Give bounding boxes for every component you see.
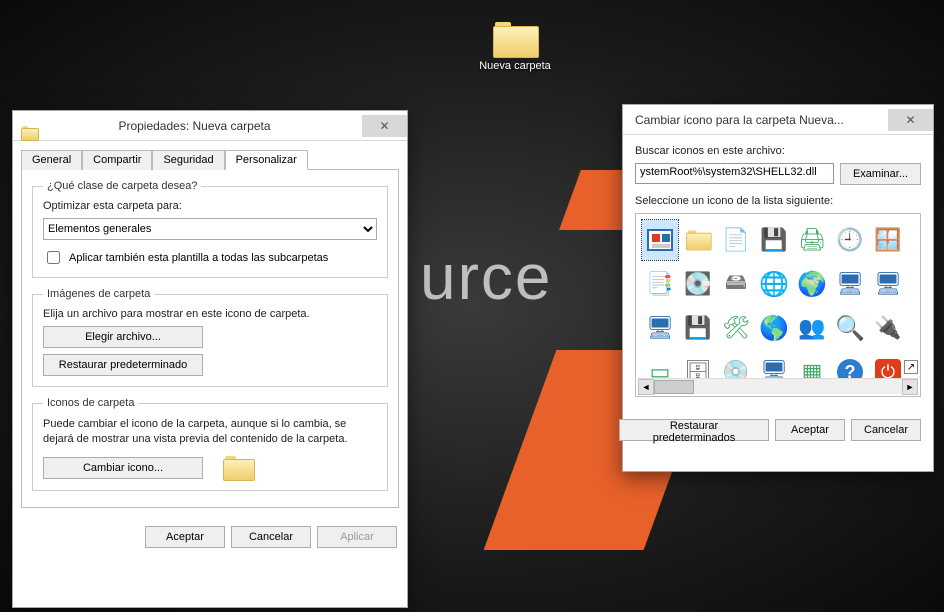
optimize-label: Optimizar esta carpeta para: [43,200,377,212]
network-icon[interactable]: 🌍 [794,264,830,304]
display-icon[interactable]: 🖥 [832,264,868,304]
properties-window: Propiedades: Nueva carpeta ✕ General Com… [12,110,408,608]
change-icon-button[interactable]: Cambiar icono... [43,457,203,479]
properties-footer: Aceptar Cancelar Aplicar [13,516,407,558]
group-folder-type: ¿Qué clase de carpeta desea? Optimizar e… [32,180,388,278]
drive-icon[interactable]: 🖴 [718,264,754,304]
ok-button[interactable]: Aceptar [775,419,845,441]
ok-button[interactable]: Aceptar [145,526,225,548]
globe-icon[interactable]: 🌐 [756,264,792,304]
people-icon[interactable]: 👥 [794,308,830,348]
floppy-icon[interactable]: 💾 [680,308,716,348]
icon-path-input[interactable]: ystemRoot%\system32\SHELL32.dll [635,163,834,184]
change-icon-window: Cambiar icono para la carpeta Nueva... ✕… [622,104,934,472]
tab-general[interactable]: General [21,150,82,170]
group-folder-images: Imágenes de carpeta Elija un archivo par… [32,288,388,387]
browse-button[interactable]: Examinar... [840,163,921,185]
group-folder-type-legend: ¿Qué clase de carpeta desea? [43,180,201,192]
scroll-thumb[interactable] [654,380,694,394]
apply-subfolders-checkbox[interactable] [47,251,60,264]
group-folder-icons: Iconos de carpeta Puede cambiar el icono… [32,397,388,491]
properties-tabs: General Compartir Seguridad Personalizar [21,149,399,170]
change-icon-title: Cambiar icono para la carpeta Nueva... [631,113,888,127]
change-icon-titlebar[interactable]: Cambiar icono para la carpeta Nueva... ✕ [623,105,933,135]
regedit-icon[interactable]: 🛠 [718,308,754,348]
document-icon[interactable] [642,220,678,260]
folder-images-desc: Elija un archivo para mostrar en este ic… [43,308,377,320]
scroll-left-icon[interactable]: ◄ [638,379,654,395]
close-button[interactable]: ✕ [362,115,407,137]
restore-default-button[interactable]: Restaurar predeterminado [43,354,203,376]
world-icon[interactable]: 🌎 [756,308,792,348]
change-icon-footer: Restaurar predeterminados Aceptar Cancel… [623,405,933,453]
sheet-icon[interactable]: 📑 [642,264,678,304]
group-folder-images-legend: Imágenes de carpeta [43,288,154,300]
search-icon[interactable]: 🔍 [832,308,868,348]
screen-icon[interactable]: 🖥 [870,264,906,304]
cancel-button[interactable]: Cancelar [851,419,921,441]
folder-icons-desc: Puede cambiar el icono de la carpeta, au… [43,417,377,448]
folder-icon[interactable] [680,220,716,260]
properties-title: Propiedades: Nueva carpeta [27,119,362,133]
scroll-right-icon[interactable]: ► [902,379,918,395]
apply-subfolders-row[interactable]: Aplicar también esta plantilla a todas l… [43,248,377,267]
expand-icon[interactable]: ↗ [904,360,918,374]
usb-icon[interactable]: 🔌 [870,308,906,348]
icon-list[interactable]: 📄💾🖨🕘🪟📑💽🖴🌐🌍🖥🖥🖥💾🛠🌎👥🔍🔌▭🗄💿🖥▦?⏻ ↗ ◄ ► [635,213,921,397]
window-icon[interactable]: 🪟 [870,220,906,260]
group-folder-icons-legend: Iconos de carpeta [43,397,138,409]
choose-file-button[interactable]: Elegir archivo... [43,326,203,348]
close-button[interactable]: ✕ [888,109,933,131]
cancel-button[interactable]: Cancelar [231,526,311,548]
page-icon[interactable]: 📄 [718,220,754,260]
restore-defaults-button[interactable]: Restaurar predeterminados [619,419,769,441]
select-icon-label: Seleccione un icono de la lista siguient… [635,195,921,207]
screen2-icon[interactable]: 🖥 [642,308,678,348]
clock-icon[interactable]: 🕘 [832,220,868,260]
apply-button[interactable]: Aplicar [317,526,397,548]
tab-personalizar[interactable]: Personalizar [225,150,308,170]
apply-subfolders-label: Aplicar también esta plantilla a todas l… [69,252,328,264]
desktop-folder-label: Nueva carpeta [470,60,560,72]
chip-icon[interactable]: 💾 [756,220,792,260]
icon-scrollbar[interactable]: ◄ ► [638,378,918,394]
bg-brand-text: urce [420,240,553,314]
properties-titlebar[interactable]: Propiedades: Nueva carpeta ✕ [13,111,407,141]
optimize-combo[interactable]: Elementos generales [43,218,377,240]
tab-seguridad[interactable]: Seguridad [152,150,224,170]
search-file-label: Buscar iconos en este archivo: [635,145,921,157]
desktop-folder[interactable]: Nueva carpeta [470,22,560,72]
properties-panel: ¿Qué clase de carpeta desea? Optimizar e… [21,170,399,508]
tab-compartir[interactable]: Compartir [82,150,152,170]
folder-icon [223,456,253,480]
folder-icon [493,22,537,56]
printer-icon[interactable]: 🖨 [794,220,830,260]
disk-icon[interactable]: 💽 [680,264,716,304]
